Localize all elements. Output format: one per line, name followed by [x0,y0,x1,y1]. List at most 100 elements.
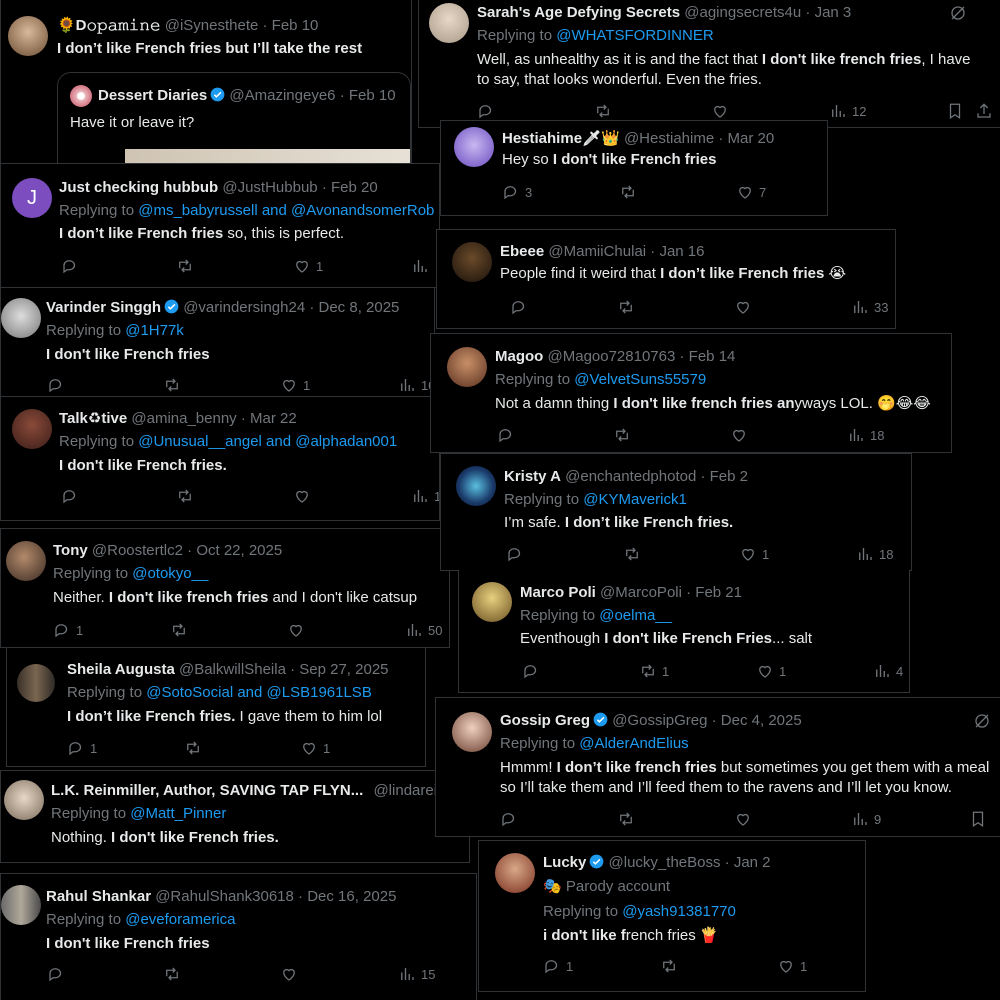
tweet-date[interactable]: · Mar 20 [718,130,774,147]
views-button[interactable]: 1 [411,487,439,505]
author-handle[interactable]: @Hestiahime [624,130,714,147]
author-name[interactable]: Varinder Singgh [46,299,161,316]
author-name[interactable]: L.K. Reinmiller, Author, SAVING TAP FLYN… [51,782,363,799]
reply-button[interactable] [500,810,518,828]
reply-button[interactable]: 1 [67,739,97,757]
tweet-date[interactable]: · Oct 22, 2025 [187,542,282,559]
reply-to-link[interactable]: @WHATSFORDINNER [556,27,713,44]
reply-button[interactable] [522,662,540,680]
views-button[interactable]: 50 [405,621,442,639]
share-button[interactable] [975,102,993,120]
tweet-date[interactable]: · Feb 20 [322,179,378,196]
author-handle[interactable]: @agingsecrets4u [684,4,801,21]
tweet-card-ebeee[interactable]: Ebeee @MamiiChulai · Jan 16 People find … [436,229,896,329]
reply-to-link[interactable]: @AlderAndElius [579,735,688,752]
tweet-date[interactable]: · Jan 16 [650,243,704,260]
author-name[interactable]: Gossip Greg [500,712,590,729]
like-button[interactable] [287,621,305,639]
repost-button[interactable] [594,102,612,120]
author-name[interactable]: Ebeee [500,243,544,260]
avatar[interactable] [1,885,41,925]
author-name[interactable]: 🌻D𝚘𝚙𝚊𝚖𝚒𝚗𝚎 [57,17,161,34]
author-handle[interactable]: @amina_benny [131,410,236,427]
avatar[interactable] [472,582,512,622]
like-button[interactable] [280,965,298,983]
author-handle[interactable]: @iSynesthete [165,17,259,34]
like-button[interactable]: 1 [756,662,786,680]
like-button[interactable]: 1 [293,257,323,275]
reply-to-link[interactable]: @oelma__ [599,607,672,624]
tweet-card-sarah[interactable]: Sarah's Age Defying Secrets @agingsecret… [418,0,1000,128]
reply-to-link[interactable]: @1H77k [125,322,184,339]
avatar[interactable] [17,664,55,702]
reply-to-link[interactable]: @Unusual__angel and @alphadan001 [138,433,397,450]
author-handle[interactable]: @enchantedphotod [565,468,696,485]
avatar[interactable] [452,712,492,752]
like-button[interactable] [734,810,752,828]
author-handle[interactable]: @MarcoPoli [600,584,682,601]
tweet-card-hestiahime[interactable]: Hestiahime🗡👑 @Hestiahime · Mar 20 Hey so… [440,120,828,216]
tweet-card-magoo[interactable]: Magoo @Magoo72810763 · Feb 14 Replying t… [430,333,952,453]
author-name[interactable]: Rahul Shankar [46,888,151,905]
author-handle[interactable]: @GossipGreg [612,712,707,729]
tweet-card-dopamine[interactable]: 🌻D𝚘𝚙𝚊𝚖𝚒𝚗𝚎 @iSynesthete · Feb 10 I don’t … [0,0,412,165]
reply-button[interactable] [477,102,495,120]
views-button[interactable]: 4 [873,662,903,680]
repost-button[interactable] [613,426,631,444]
views-button[interactable]: 33 [851,298,888,316]
views-button[interactable]: 18 [847,426,884,444]
reply-button[interactable] [47,376,65,394]
tweet-card-kristy[interactable]: Kristy A @enchantedphotod · Feb 2 Replyi… [440,453,912,571]
author-name[interactable]: Lucky [543,854,586,871]
avatar[interactable] [495,853,535,893]
repost-button[interactable] [163,376,181,394]
repost-button[interactable] [619,183,637,201]
author-name[interactable]: Magoo [495,348,543,365]
reply-button[interactable]: 1 [53,621,83,639]
author-name[interactable]: Tony [53,542,88,559]
views-button[interactable]: 15 [398,965,435,983]
author-handle[interactable]: @JustHubbub [222,179,317,196]
tweet-date[interactable]: · Jan 2 [725,854,771,871]
like-button[interactable] [734,298,752,316]
repost-button[interactable] [176,257,194,275]
tweet-card-marco[interactable]: Marco Poli @MarcoPoli · Feb 21 Replying … [458,570,910,693]
like-button[interactable] [711,102,729,120]
like-button[interactable]: 1 [777,957,807,975]
avatar[interactable] [1,298,41,338]
author-name[interactable]: Talk♻tive [59,410,127,427]
tweet-date[interactable]: · Feb 14 [680,348,736,365]
reply-to-link[interactable]: @eveforamerica [125,911,235,928]
avatar[interactable] [456,466,496,506]
reply-button[interactable] [506,545,524,563]
avatar[interactable] [6,541,46,581]
author-handle[interactable]: @varindersingh24 [183,299,305,316]
tweet-date[interactable]: · Feb 2 [700,468,748,485]
reply-button[interactable] [47,965,65,983]
like-button[interactable]: 7 [736,183,766,201]
reply-to-link[interactable]: @Matt_Pinner [130,805,226,822]
tweet-card-rahul[interactable]: Rahul Shankar @RahulShank30618 · Dec 16,… [0,873,477,1000]
grok-icon[interactable] [949,4,967,22]
repost-button[interactable] [163,965,181,983]
like-button[interactable]: 1 [739,545,769,563]
reply-button[interactable] [61,257,79,275]
grok-icon[interactable] [973,712,991,730]
like-button[interactable] [730,426,748,444]
reply-button[interactable] [497,426,515,444]
author-name[interactable]: Just checking hubbub [59,179,218,196]
like-button[interactable]: 1 [280,376,310,394]
repost-button[interactable] [617,298,635,316]
tweet-date[interactable]: · Dec 4, 2025 [712,712,802,729]
tweet-card-varinder[interactable]: Varinder Singgh @varindersingh24 · Dec 8… [0,287,435,397]
reply-button[interactable] [510,298,528,316]
reply-button[interactable]: 1 [543,957,573,975]
views-button[interactable] [411,257,429,275]
tweet-date[interactable]: · Dec 8, 2025 [309,299,399,316]
author-name[interactable]: Sarah's Age Defying Secrets [477,4,680,21]
repost-button[interactable] [660,957,678,975]
quoted-tweet[interactable]: Dessert Diaries @Amazingeye6 · Feb 10 Ha… [57,72,411,164]
reply-to-link[interactable]: @yash91381770 [622,903,736,920]
tweet-date[interactable]: · Dec 16, 2025 [298,888,396,905]
reply-to-link[interactable]: @VelvetSuns55579 [574,371,706,388]
